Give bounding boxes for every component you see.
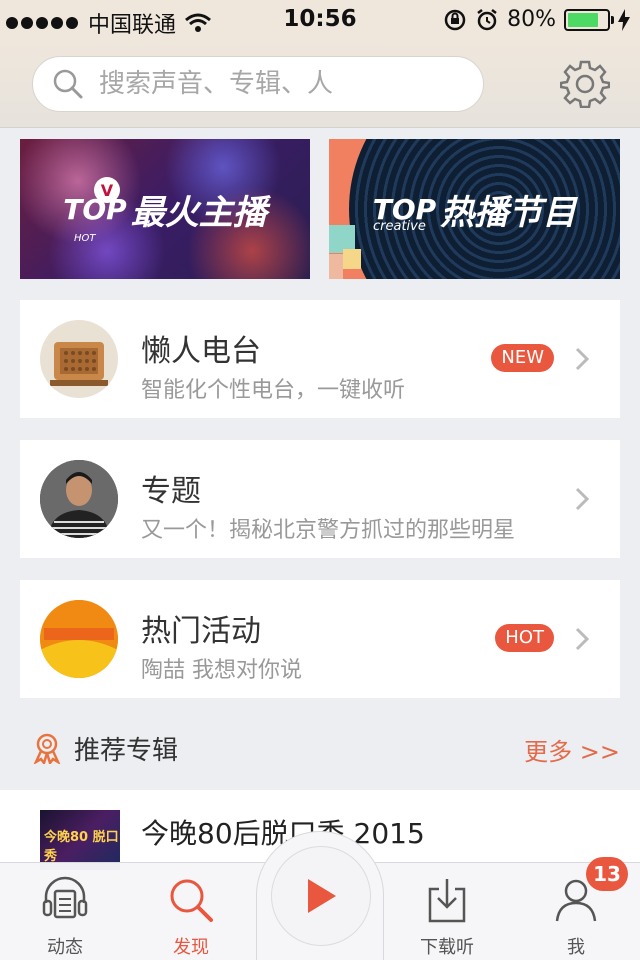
item-title: 专题 (141, 474, 201, 509)
new-badge: NEW (491, 344, 554, 372)
hot-badge: HOT (495, 624, 554, 652)
banner-label: V TOP 最火主播 (20, 139, 310, 279)
recommend-section-header: 推荐专辑 更多 >> (0, 704, 640, 788)
banner-title: 最火主播 (130, 192, 267, 233)
person-avatar (40, 460, 118, 538)
tab-label: 发现 (173, 937, 209, 958)
tab-bar: 动态 发现 下载听 我 13 (0, 831, 640, 960)
search-header (0, 40, 640, 128)
search-icon (53, 69, 83, 99)
download-icon (428, 879, 466, 923)
chevron-right-icon (575, 627, 590, 651)
more-link[interactable]: 更多 >> (524, 732, 620, 767)
play-button[interactable] (271, 846, 371, 946)
settings-gear-icon[interactable] (560, 58, 610, 108)
v-badge-icon: V (94, 177, 120, 203)
tab-discover[interactable]: 发现 (141, 863, 241, 960)
rotation-lock-icon (444, 9, 466, 30)
list-item-hot-events[interactable]: 热门活动 陶喆 我想对你说 HOT (20, 580, 620, 698)
status-bar: 中国联通 10:56 80% (0, 0, 640, 40)
play-button-housing (256, 831, 384, 960)
news-feed-icon (42, 876, 88, 919)
album-cover: 今晚80 脱口秀 (40, 810, 120, 870)
banner-top-programs[interactable]: TOP 热播节目 creative (329, 139, 620, 279)
play-icon (308, 879, 336, 913)
status-right: 80% (443, 7, 630, 32)
tab-label: 我 (567, 937, 585, 958)
item-subtitle: 智能化个性电台，一键收听 (141, 378, 406, 403)
item-subtitle: 又一个！揭秘北京警方抓过的那些明星 (141, 518, 516, 543)
banner-label: TOP 热播节目 (329, 139, 620, 279)
tab-downloads[interactable]: 下载听 (397, 863, 497, 960)
search-bar[interactable] (32, 56, 484, 112)
chevron-right-icon (575, 487, 590, 511)
tab-label: 动态 (47, 937, 83, 958)
radio-avatar (40, 320, 118, 398)
alarm-icon (477, 8, 497, 30)
search-icon (170, 879, 213, 922)
tab-label: 下载听 (420, 937, 474, 958)
banner-title: 热播节目 (440, 192, 577, 233)
medal-icon (33, 733, 61, 764)
item-subtitle: 陶喆 我想对你说 (141, 658, 302, 683)
banner-top-anchors[interactable]: V TOP 最火主播 HOT (20, 139, 310, 279)
chevron-right-icon (575, 347, 590, 371)
section-title: 推荐专辑 (74, 736, 179, 766)
search-input[interactable] (99, 69, 439, 99)
banner-subtag: HOT (74, 233, 96, 244)
item-title: 热门活动 (141, 614, 261, 649)
battery-icon (564, 8, 614, 31)
event-avatar (40, 600, 118, 678)
item-title: 懒人电台 (141, 334, 261, 369)
charging-icon (618, 8, 630, 31)
banner-subtag: creative (373, 219, 426, 234)
notification-badge: 13 (586, 857, 628, 891)
list-item-topics[interactable]: 专题 又一个！揭秘北京警方抓过的那些明星 (20, 440, 620, 558)
tab-feed[interactable]: 动态 (15, 863, 115, 960)
list-item-lazy-radio[interactable]: 懒人电台 智能化个性电台，一键收听 NEW (20, 300, 620, 418)
battery-percent: 80% (507, 7, 556, 32)
battery-level (568, 12, 599, 27)
cover-text: 今晚80 脱口秀 (44, 830, 119, 864)
